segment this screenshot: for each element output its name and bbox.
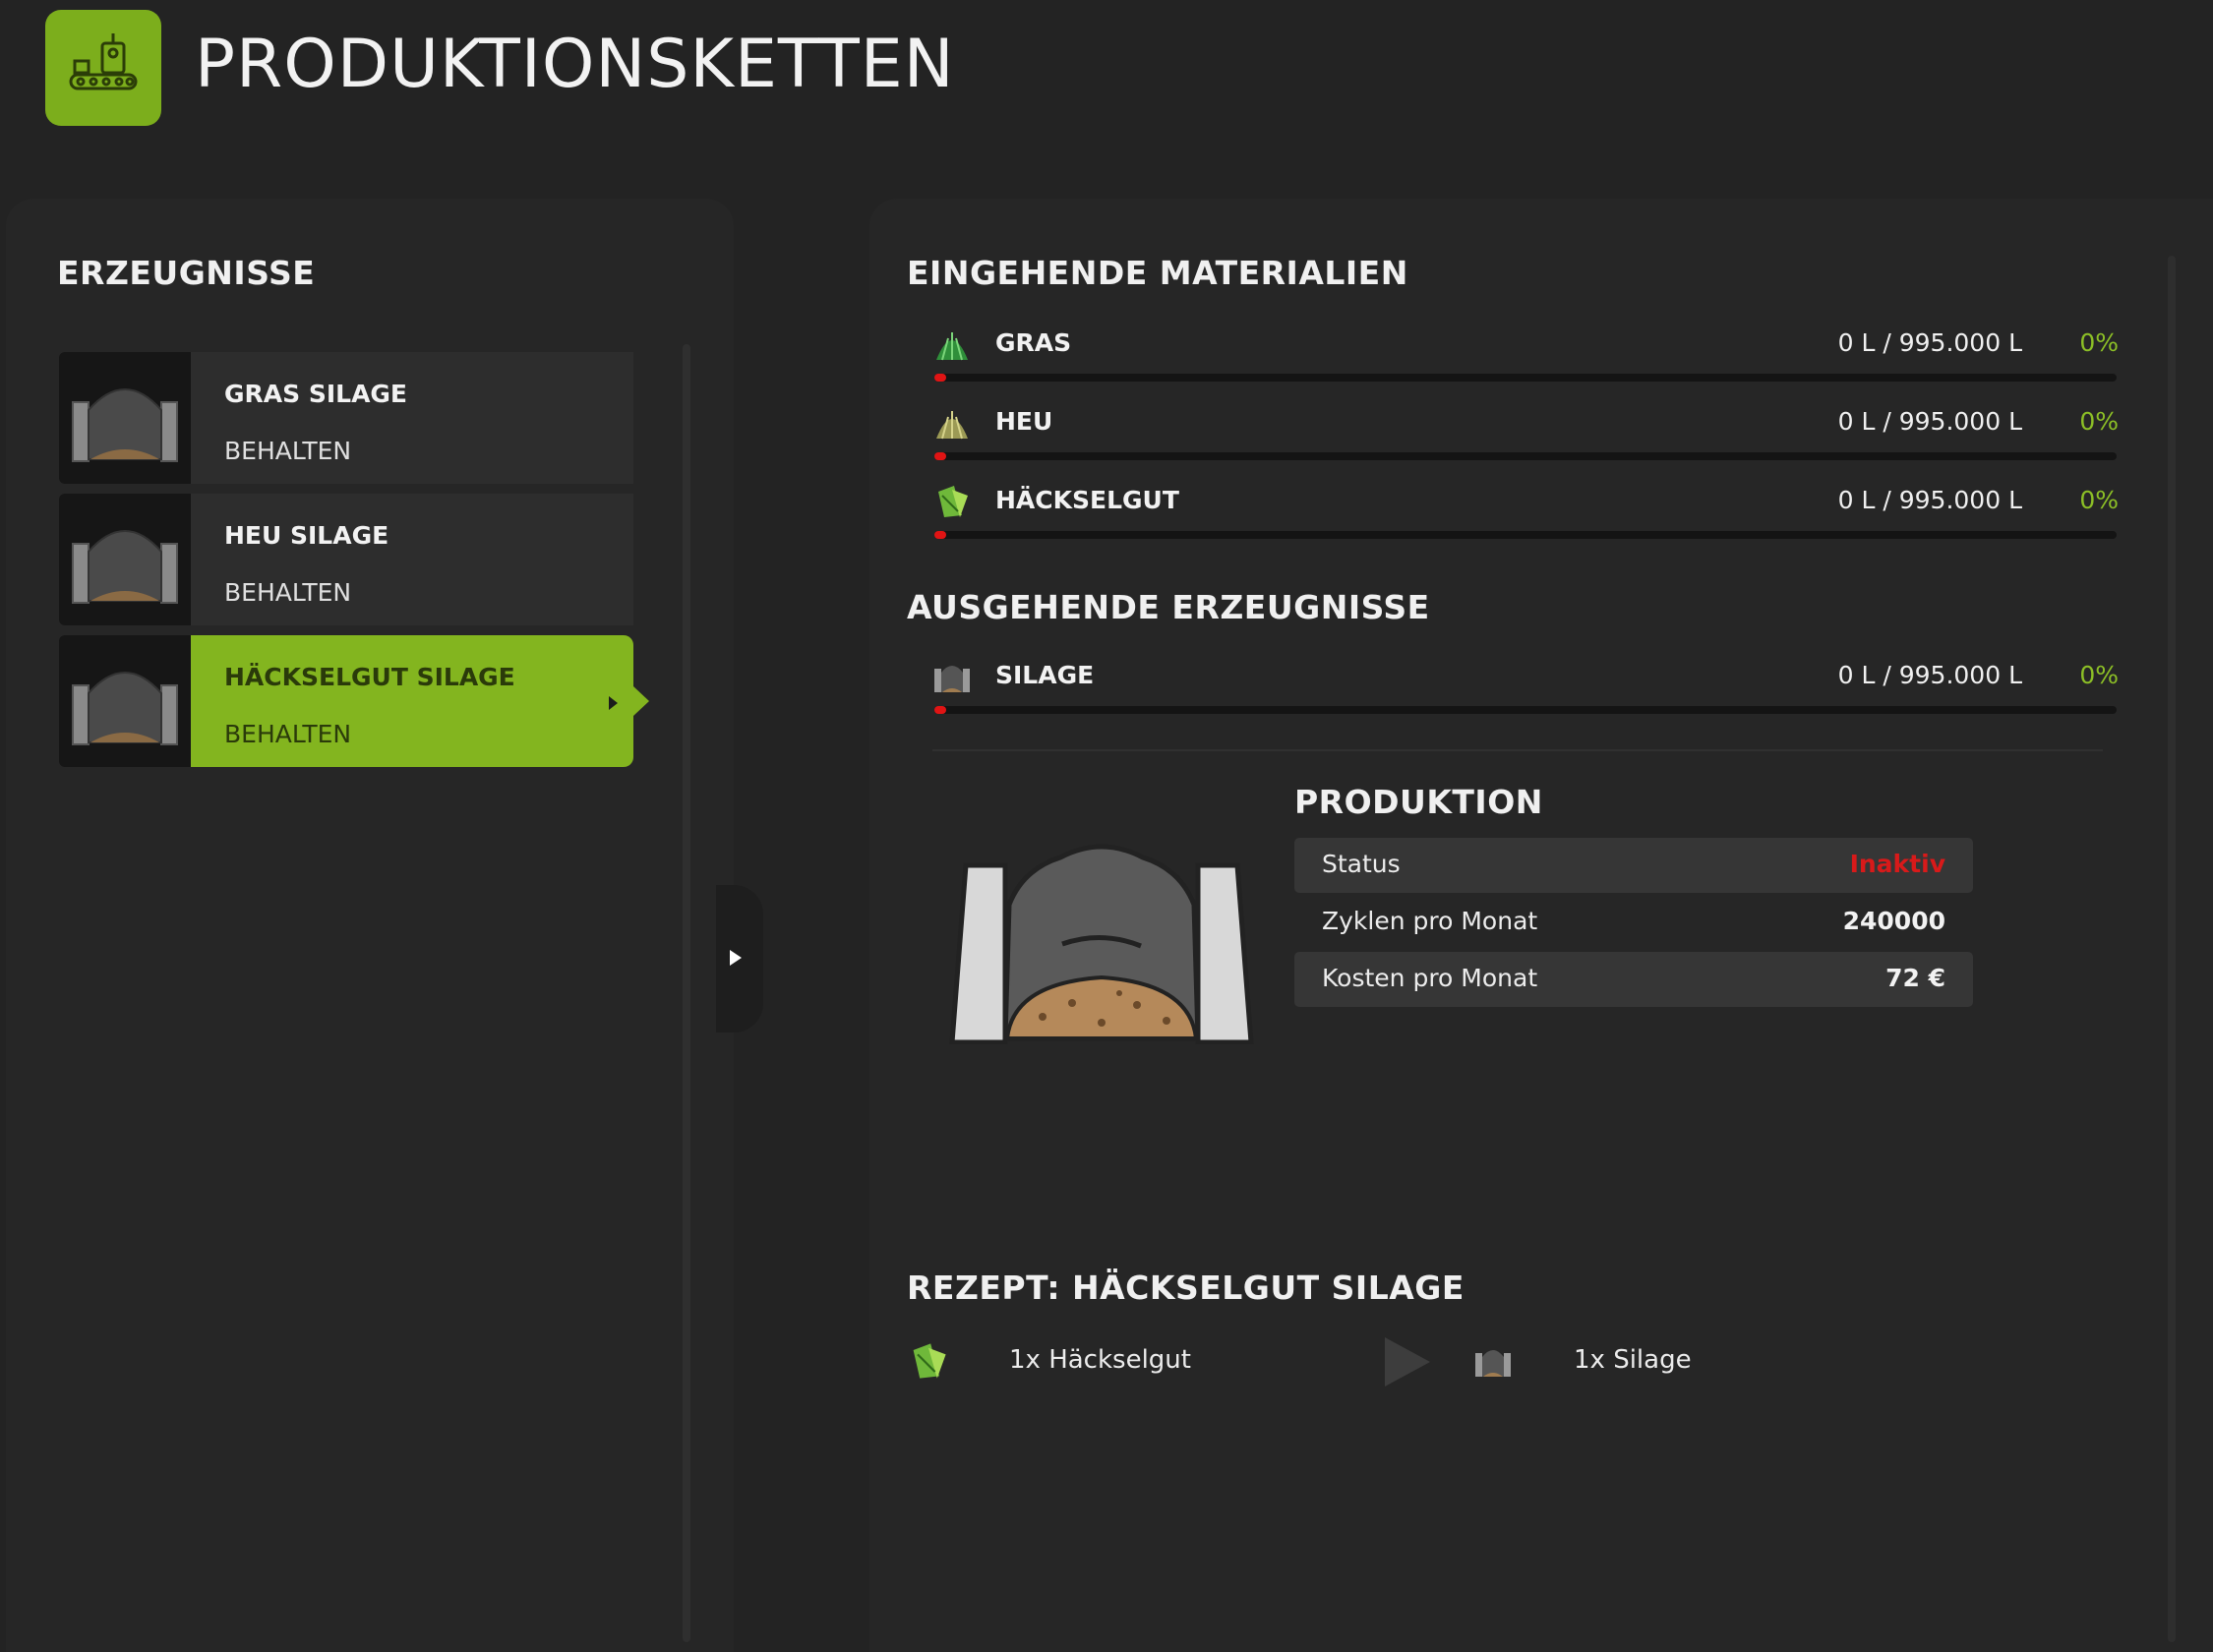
material-row-heu: HEU 0 L / 995.000 L 0% [932, 403, 2119, 466]
product-body: HEU SILAGE BEHALTEN [191, 494, 633, 625]
product-item-heu-silage[interactable]: HEU SILAGE BEHALTEN [59, 494, 633, 625]
material-percent: 0% [2079, 407, 2119, 436]
recipe-output: 1x Silage [1574, 1345, 1692, 1375]
status-label: Status [1322, 850, 1401, 878]
recipe-title: REZEPT: HÄCKSELGUT SILAGE [907, 1268, 1465, 1307]
product-status: BEHALTEN [224, 720, 352, 748]
hay-icon [936, 411, 968, 440]
app-logo [45, 10, 161, 126]
material-name: HÄCKSELGUT [995, 486, 1179, 514]
outgoing-title: AUSGEHENDE ERZEUGNISSE [907, 588, 1430, 626]
grass-icon [936, 332, 968, 361]
production-cycles-row: Zyklen pro Monat 240000 [1294, 895, 1973, 950]
products-title: ERZEUGNISSE [57, 254, 316, 292]
material-fill-bar [934, 452, 2117, 460]
product-item-haeckselgut-silage[interactable]: HÄCKSELGUT SILAGE BEHALTEN [59, 635, 649, 767]
selection-arrow-icon [633, 686, 649, 716]
product-name: HEU SILAGE [224, 521, 389, 550]
material-fill-bar [934, 706, 2117, 714]
material-row-gras: GRAS 0 L / 995.000 L 0% [932, 324, 2119, 387]
cost-value: 72 € [1885, 964, 1945, 992]
arrow-right-icon [1385, 1337, 1430, 1386]
production-cost-row: Kosten pro Monat 72 € [1294, 952, 1973, 1007]
divider [932, 749, 2103, 751]
material-amount: 0 L / 995.000 L [1837, 486, 2022, 514]
material-name: SILAGE [995, 661, 1095, 689]
status-value: Inaktiv [1849, 850, 1945, 878]
material-fill-bar [934, 374, 2117, 382]
product-body: HÄCKSELGUT SILAGE BEHALTEN [191, 635, 649, 767]
material-percent: 0% [2079, 661, 2119, 689]
fill-level [934, 531, 946, 539]
fill-level [934, 374, 946, 382]
cycles-label: Zyklen pro Monat [1322, 907, 1538, 935]
material-percent: 0% [2079, 486, 2119, 514]
material-row-silage: SILAGE 0 L / 995.000 L 0% [932, 657, 2119, 720]
product-name: GRAS SILAGE [224, 380, 408, 408]
production-status-row: Status Inaktiv [1294, 838, 1973, 893]
product-status: BEHALTEN [224, 578, 352, 607]
arrow-right-icon [730, 950, 742, 966]
recipe-input: 1x Häckselgut [1009, 1345, 1191, 1375]
silo-icon [59, 494, 191, 625]
page-title: PRODUKTIONSKETTEN [195, 26, 955, 103]
incoming-title: EINGEHENDE MATERIALIEN [907, 254, 1408, 292]
material-row-haeckselgut: HÄCKSELGUT 0 L / 995.000 L 0% [932, 482, 2119, 545]
product-body: GRAS SILAGE BEHALTEN [191, 352, 633, 484]
cycles-value: 240000 [1842, 907, 1945, 935]
material-fill-bar [934, 531, 2117, 539]
factory-icon [69, 33, 138, 90]
details-scrollbar[interactable] [2168, 256, 2176, 1642]
chaff-icon [913, 1343, 946, 1379]
silo-icon [59, 635, 191, 767]
silage-icon [934, 666, 970, 692]
silo-icon [59, 352, 191, 484]
silage-icon [1475, 1350, 1511, 1377]
play-icon [609, 696, 618, 710]
product-status: BEHALTEN [224, 437, 352, 465]
silo-large-icon [949, 844, 1254, 1044]
production-title: PRODUKTION [1294, 783, 1543, 821]
fill-level [934, 452, 946, 460]
material-amount: 0 L / 995.000 L [1837, 407, 2022, 436]
material-name: GRAS [995, 328, 1072, 357]
fill-level [934, 706, 946, 714]
material-amount: 0 L / 995.000 L [1837, 661, 2022, 689]
product-name: HÄCKSELGUT SILAGE [224, 663, 515, 691]
chaff-icon [938, 486, 968, 517]
material-percent: 0% [2079, 328, 2119, 357]
product-item-gras-silage[interactable]: GRAS SILAGE BEHALTEN [59, 352, 633, 484]
material-name: HEU [995, 407, 1053, 436]
products-scrollbar[interactable] [683, 344, 690, 1642]
material-amount: 0 L / 995.000 L [1837, 328, 2022, 357]
cost-label: Kosten pro Monat [1322, 964, 1538, 992]
